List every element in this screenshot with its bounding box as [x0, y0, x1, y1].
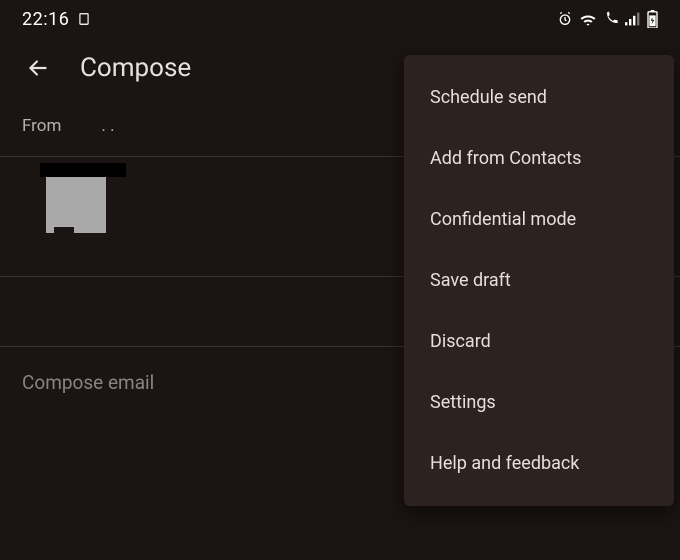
- alarm-icon: [557, 11, 573, 27]
- menu-item-label: Schedule send: [430, 87, 547, 108]
- status-time: 22:16: [22, 9, 69, 30]
- menu-item-label: Add from Contacts: [430, 148, 581, 169]
- menu-item-settings[interactable]: Settings: [404, 372, 674, 433]
- menu-item-label: Confidential mode: [430, 209, 576, 230]
- page-title: Compose: [80, 53, 191, 83]
- signal-icon: [625, 12, 641, 26]
- recipient-chip-redacted[interactable]: [46, 177, 106, 233]
- menu-item-label: Help and feedback: [430, 453, 579, 474]
- menu-item-label: Discard: [430, 331, 491, 352]
- menu-item-save-draft[interactable]: Save draft: [404, 250, 674, 311]
- menu-item-label: Save draft: [430, 270, 511, 291]
- from-value: . .: [101, 116, 114, 136]
- menu-item-label: Settings: [430, 392, 496, 413]
- menu-item-add-from-contacts[interactable]: Add from Contacts: [404, 128, 674, 189]
- wifi-icon: [579, 12, 597, 26]
- menu-item-discard[interactable]: Discard: [404, 311, 674, 372]
- back-button[interactable]: [20, 50, 56, 86]
- menu-item-confidential-mode[interactable]: Confidential mode: [404, 189, 674, 250]
- status-bar: 22:16: [0, 0, 680, 38]
- notification-icon: [77, 12, 91, 26]
- from-label: From: [22, 116, 61, 136]
- menu-item-help-feedback[interactable]: Help and feedback: [404, 433, 674, 494]
- phone-wifi-icon: [603, 11, 619, 27]
- overflow-menu: Schedule send Add from Contacts Confiden…: [404, 55, 674, 506]
- menu-item-schedule-send[interactable]: Schedule send: [404, 67, 674, 128]
- battery-icon: [647, 10, 658, 28]
